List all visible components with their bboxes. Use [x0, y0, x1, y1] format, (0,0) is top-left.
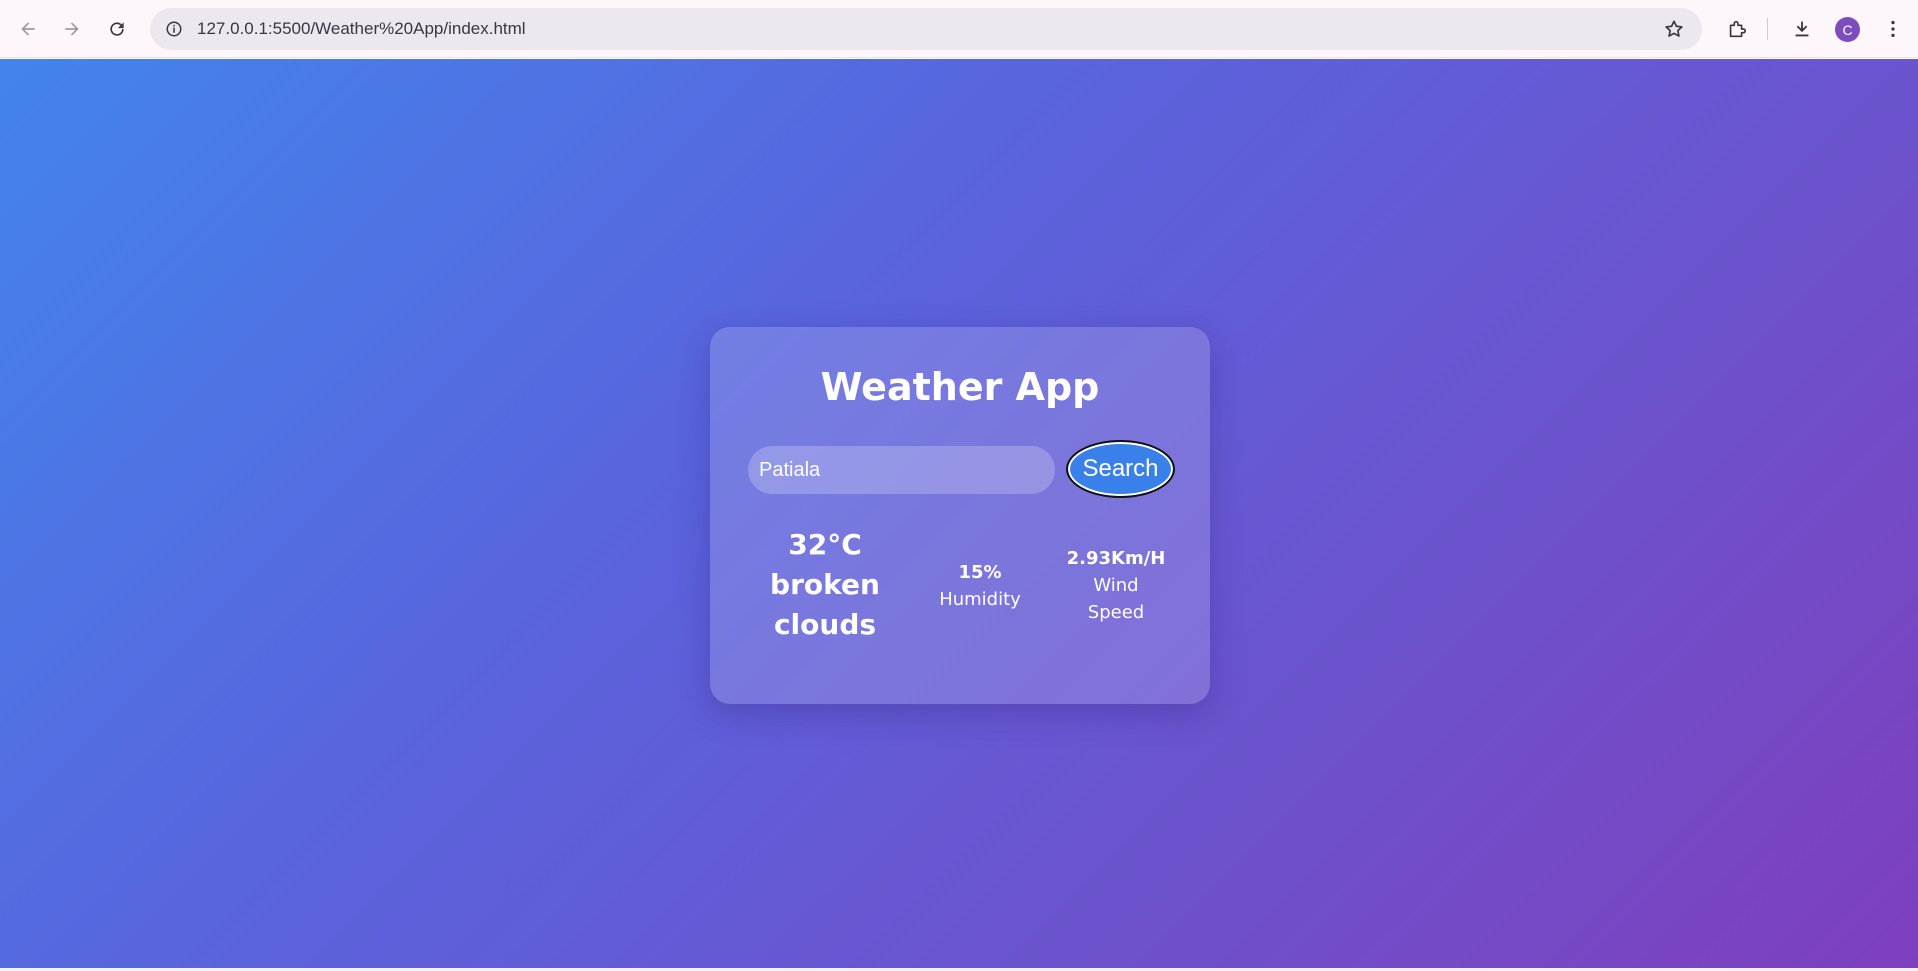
wind-speed-block: 2.93Km/H Wind Speed [1060, 545, 1172, 626]
extensions-button[interactable] [1722, 14, 1752, 44]
reload-icon [110, 22, 124, 36]
star-icon [1665, 20, 1683, 37]
site-info-button[interactable] [160, 15, 188, 43]
weather-description-line1: broken [770, 568, 880, 601]
wind-speed-label-line2: Speed [1087, 602, 1145, 623]
city-search-input[interactable] [748, 446, 1055, 494]
address-bar[interactable]: 127.0.0.1:5500/Weather%20App/index.html [150, 8, 1702, 50]
site-info-icon [166, 21, 182, 37]
humidity-value: 15% [958, 562, 1002, 583]
page-viewport: Weather App Search 32°C broken clouds 15… [0, 59, 1918, 971]
browser-menu-button[interactable] [1878, 14, 1908, 44]
browser-toolbar: 127.0.0.1:5500/Weather%20App/index.html … [0, 0, 1918, 58]
profile-avatar[interactable]: C [1835, 17, 1860, 42]
forward-button[interactable] [57, 14, 87, 44]
forward-icon [65, 22, 79, 36]
weather-description-line2: clouds [773, 608, 877, 641]
back-button[interactable] [13, 14, 43, 44]
temperature-value: 32°C [788, 528, 862, 561]
extensions-icon [1729, 20, 1747, 38]
url-text[interactable]: 127.0.0.1:5500/Weather%20App/index.html [197, 19, 526, 39]
bookmark-button[interactable] [1660, 15, 1688, 43]
search-button[interactable]: Search [1066, 440, 1175, 498]
download-icon [1795, 21, 1809, 37]
back-icon [21, 22, 35, 36]
menu-icon [1891, 20, 1895, 38]
wind-speed-label-line1: Wind [1093, 575, 1139, 596]
humidity-block: 15% Humidity [930, 559, 1030, 613]
weather-card: Weather App Search 32°C broken clouds 15… [710, 327, 1210, 704]
temperature-block: 32°C broken clouds [760, 525, 890, 645]
app-title: Weather App [820, 365, 1100, 409]
humidity-label: Humidity [939, 589, 1021, 610]
reload-button[interactable] [102, 14, 132, 44]
toolbar-divider [1767, 18, 1768, 40]
downloads-button[interactable] [1787, 14, 1817, 44]
wind-speed-value: 2.93Km/H [1066, 548, 1166, 569]
